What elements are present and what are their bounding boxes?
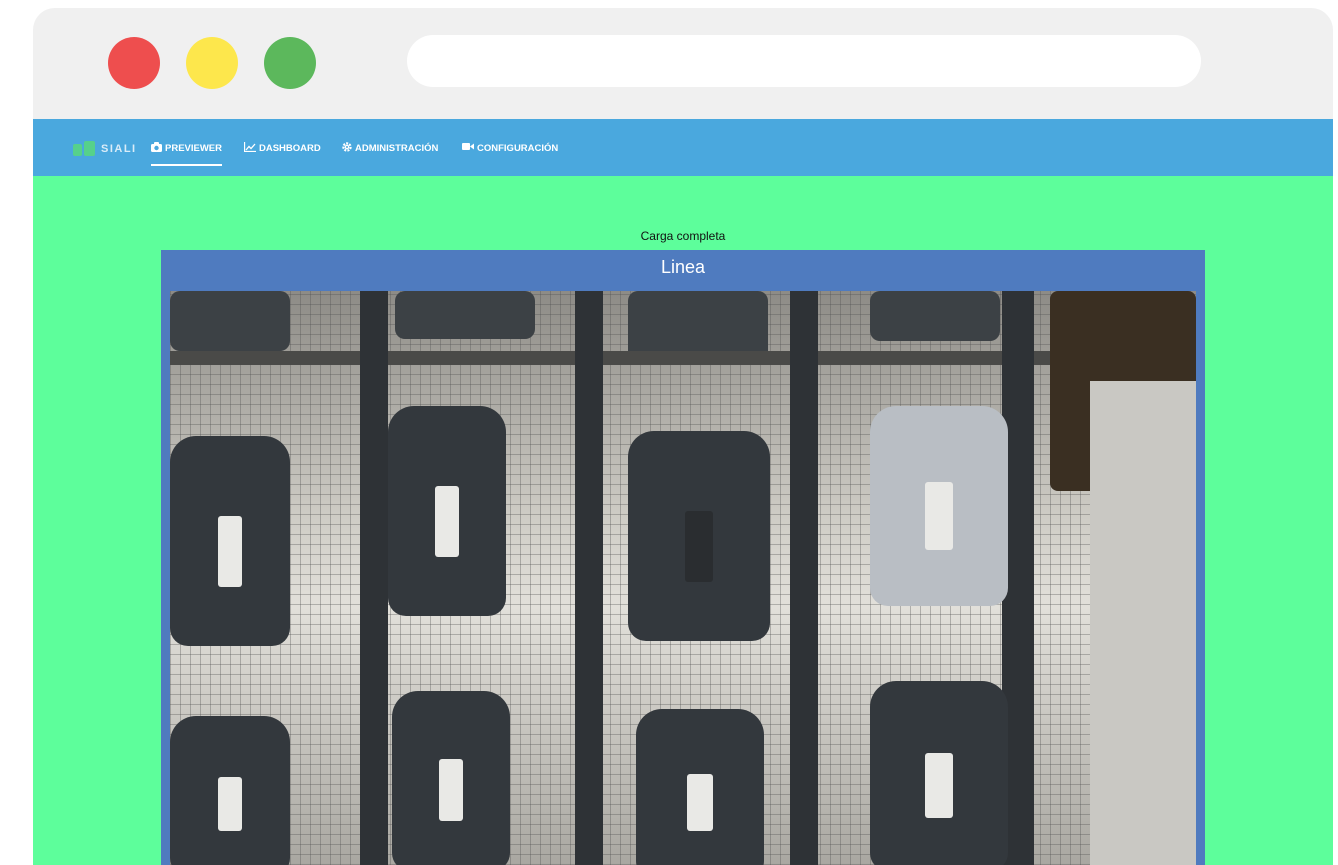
top-navbar: SIALI PREVIEWER DASHBOARD ADMINISTRACIÓN xyxy=(33,119,1333,176)
siali-logo-icon xyxy=(73,141,95,157)
panel-title: Linea xyxy=(660,257,706,277)
minimize-window-button[interactable] xyxy=(186,37,238,89)
brand[interactable]: SIALI xyxy=(73,140,137,158)
brand-name: SIALI xyxy=(101,143,137,155)
close-window-button[interactable] xyxy=(108,37,160,89)
chart-line-icon xyxy=(243,141,256,155)
camera-icon xyxy=(151,141,162,155)
nav-administracion-label: ADMINISTRACIÓN xyxy=(355,142,439,154)
address-bar[interactable] xyxy=(407,35,1201,87)
maximize-window-button[interactable] xyxy=(264,37,316,89)
browser-window: SIALI PREVIEWER DASHBOARD ADMINISTRACIÓN xyxy=(33,8,1333,865)
nav-configuracion[interactable]: CONFIGURACIÓN xyxy=(462,140,558,156)
video-camera-icon xyxy=(462,142,474,154)
nav-previewer[interactable]: PREVIEWER xyxy=(151,140,223,166)
nav-previewer-label: PREVIEWER xyxy=(165,142,223,154)
status-text: Carga completa xyxy=(640,229,726,243)
nav-administracion[interactable]: ADMINISTRACIÓN xyxy=(342,140,438,156)
camera-feed-image xyxy=(170,291,1196,865)
nav-configuracion-label: CONFIGURACIÓN xyxy=(477,142,559,154)
nav-dashboard[interactable]: DASHBOARD xyxy=(243,140,321,156)
main-content: Carga completa Linea xyxy=(33,176,1333,865)
line-panel: Linea xyxy=(161,250,1205,865)
gear-icon xyxy=(342,141,352,155)
nav-dashboard-label: DASHBOARD xyxy=(259,142,321,154)
